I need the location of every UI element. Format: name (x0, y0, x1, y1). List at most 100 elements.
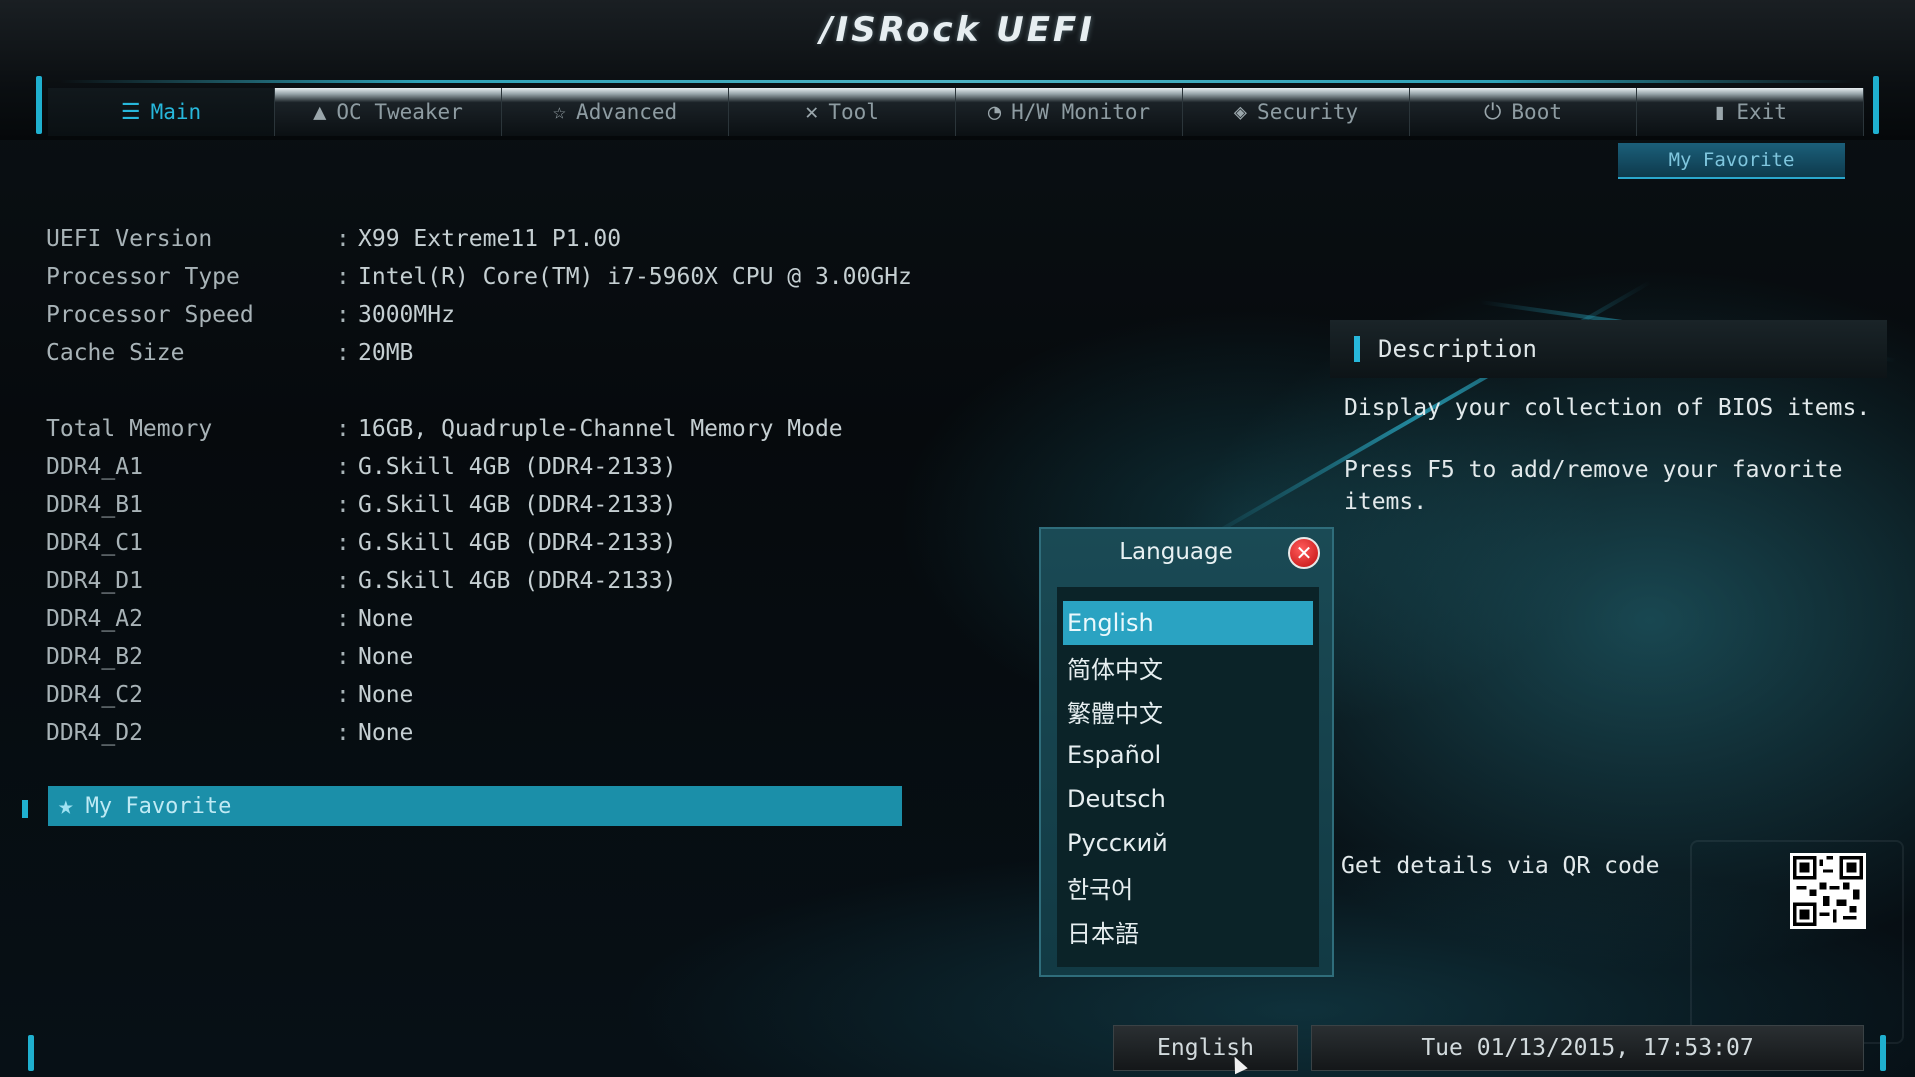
exit-icon: ▮ (1713, 99, 1727, 125)
my-favorite-label: My Favorite (85, 793, 232, 819)
description-line: Display your collection of BIOS items. (1344, 395, 1871, 421)
language-dialog-title: Language (1119, 539, 1233, 565)
info-row: Total Memory:16GB, Quadruple-Channel Mem… (46, 410, 946, 448)
info-label: DDR4_A2 (46, 606, 143, 632)
language-list: English 简体中文 繁體中文 Español Deutsch Русски… (1057, 587, 1319, 967)
info-separator: : (336, 492, 350, 518)
tab-boot[interactable]: ⏻ Boot (1410, 88, 1637, 136)
info-row: DDR4_A1: G.Skill 4GB (DDR4-2133) (46, 448, 946, 486)
info-label: DDR4_C2 (46, 682, 143, 708)
info-separator: : (336, 302, 350, 328)
tab-security-label: Security (1257, 100, 1359, 124)
selection-marker (22, 800, 28, 818)
info-value: None (358, 682, 414, 708)
info-row: Cache Size:20MB (46, 334, 946, 372)
info-value: X99 Extreme11 P1.00 (358, 226, 622, 252)
info-separator: : (336, 226, 350, 252)
header-glow-line (60, 80, 1855, 83)
tab-boot-label: Boot (1511, 100, 1562, 124)
language-option-russian[interactable]: Русский (1063, 821, 1313, 865)
language-option-german[interactable]: Deutsch (1063, 777, 1313, 821)
info-label: DDR4_B1 (46, 492, 143, 518)
info-value: 20MB (358, 340, 414, 366)
language-dialog: Language ✕ English 简体中文 繁體中文 Español Deu… (1039, 527, 1334, 977)
info-value: G.Skill 4GB (DDR4-2133) (358, 568, 677, 594)
tab-exit[interactable]: ▮ Exit (1637, 88, 1864, 136)
info-row: Processor Type: Intel(R) Core(TM) i7-5960… (46, 258, 946, 296)
info-label: Total Memory (46, 416, 213, 442)
language-option-traditional-chinese[interactable]: 繁體中文 (1063, 689, 1313, 733)
info-value: G.Skill 4GB (DDR4-2133) (358, 492, 677, 518)
qr-code-caption: Get details via QR code (1341, 853, 1660, 879)
info-label: Processor Type (46, 264, 240, 290)
info-label: DDR4_D2 (46, 720, 143, 746)
info-label: DDR4_D1 (46, 568, 143, 594)
tab-main[interactable]: ☰ Main (48, 88, 275, 136)
info-value: None (358, 720, 414, 746)
language-option-korean[interactable]: 한국어 (1063, 865, 1313, 909)
description-panel: Description Display your collection of B… (1330, 320, 1887, 880)
language-option-japanese[interactable]: 日本語 (1063, 909, 1313, 953)
info-separator: : (336, 568, 350, 594)
tab-advanced-label: Advanced (576, 100, 678, 124)
footer-edge-left (28, 1035, 34, 1071)
tab-hw-monitor[interactable]: ◔ H/W Monitor (956, 88, 1183, 136)
info-label: DDR4_C1 (46, 530, 143, 556)
info-label: UEFI Version (46, 226, 213, 252)
info-row: DDR4_B1: G.Skill 4GB (DDR4-2133) (46, 486, 946, 524)
info-row: DDR4_D2: None (46, 714, 946, 752)
header: /ISRock UEFI ☰ Main ▲ OC Tweaker ☆ Advan… (0, 0, 1915, 140)
description-header: Description (1330, 320, 1887, 378)
info-separator: : (336, 530, 350, 556)
language-button[interactable]: English (1113, 1025, 1298, 1071)
language-option-simplified-chinese[interactable]: 简体中文 (1063, 645, 1313, 689)
info-row: DDR4_C2: None (46, 676, 946, 714)
shield-icon: ◈ (1233, 99, 1248, 125)
info-value: 3000MHz (358, 302, 455, 328)
info-label: Cache Size (46, 340, 185, 366)
tab-main-label: Main (150, 100, 202, 124)
info-row: DDR4_D1: G.Skill 4GB (DDR4-2133) (46, 562, 946, 600)
tab-tool-label: Tool (828, 100, 879, 124)
header-edge-left (36, 76, 42, 134)
footer-edge-right (1880, 1035, 1886, 1071)
description-title: Description (1378, 335, 1537, 363)
info-value: G.Skill 4GB (DDR4-2133) (358, 454, 677, 480)
star-icon: ★ (58, 791, 74, 821)
language-option-english[interactable]: English (1063, 601, 1313, 645)
description-body: Display your collection of BIOS items. P… (1344, 392, 1874, 548)
info-separator: : (336, 720, 350, 746)
info-value: 16GB, Quadruple-Channel Memory Mode (358, 416, 843, 442)
info-value: Intel(R) Core(TM) i7-5960X CPU @ 3.00GHz (358, 264, 912, 290)
my-favorite-item[interactable]: ★ My Favorite (48, 786, 902, 826)
info-label: DDR4_A1 (46, 454, 143, 480)
tab-bar: ☰ Main ▲ OC Tweaker ☆ Advanced ✕ Tool ◔ … (48, 88, 1864, 136)
asrock-uefi-logo: /ISRock UEFI (820, 10, 1095, 50)
info-separator: : (336, 606, 350, 632)
info-separator: : (336, 682, 350, 708)
info-separator: : (336, 340, 350, 366)
info-separator: : (336, 264, 350, 290)
my-favorite-button[interactable]: My Favorite (1618, 143, 1845, 179)
tab-oc-tweaker[interactable]: ▲ OC Tweaker (275, 88, 502, 136)
qr-code-icon (1790, 853, 1866, 929)
info-row: Processor Speed:3000MHz (46, 296, 946, 334)
tab-tool[interactable]: ✕ Tool (729, 88, 956, 136)
tab-advanced[interactable]: ☆ Advanced (502, 88, 729, 136)
language-option-spanish[interactable]: Español (1063, 733, 1313, 777)
info-separator: : (336, 454, 350, 480)
tab-exit-label: Exit (1736, 100, 1787, 124)
description-line: Press F5 to add/remove your favorite ite… (1344, 457, 1843, 515)
info-separator: : (336, 644, 350, 670)
info-label: Processor Speed (46, 302, 254, 328)
close-icon[interactable]: ✕ (1288, 537, 1320, 569)
tab-security[interactable]: ◈ Security (1183, 88, 1410, 136)
info-value: G.Skill 4GB (DDR4-2133) (358, 530, 677, 556)
info-row: DDR4_A2: None (46, 600, 946, 638)
header-edge-right (1873, 76, 1879, 134)
datetime-display: Tue 01/13/2015, 17:53:07 (1311, 1025, 1864, 1071)
power-icon: ⏻ (1484, 99, 1502, 125)
info-label: DDR4_B2 (46, 644, 143, 670)
info-row: DDR4_B2: None (46, 638, 946, 676)
